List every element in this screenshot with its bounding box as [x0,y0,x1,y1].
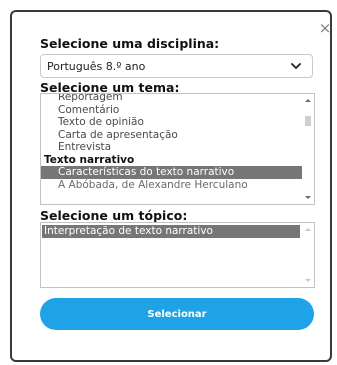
scroll-down-arrow-icon[interactable] [305,279,311,282]
scroll-up-arrow-icon[interactable] [305,99,311,102]
scroll-up-arrow-icon[interactable] [305,228,311,231]
topic-listbox[interactable]: Interpretação de texto narrativo [40,222,315,288]
theme-listbox[interactable]: Reportagem Comentário Texto de opinião C… [40,93,315,205]
theme-option-comentario[interactable]: Comentário [41,104,302,117]
topic-heading: Selecione um tópico: [40,208,188,223]
theme-option-caracteristicas-do-texto-narrativo[interactable]: Características do texto narrativo [41,166,302,179]
topic-scrollbar[interactable] [302,223,314,287]
theme-option-reportagem[interactable]: Reportagem [41,94,302,104]
theme-options: Reportagem Comentário Texto de opinião C… [41,94,302,192]
topic-option-interpretacao[interactable]: Interpretação de texto narrativo [42,225,300,238]
theme-scrollbar[interactable] [302,94,314,204]
discipline-heading: Selecione uma disciplina: [40,36,220,51]
close-icon[interactable]: × [318,20,332,36]
scrollbar-thumb[interactable] [305,116,311,126]
theme-option-entrevista[interactable]: Entrevista [41,141,302,154]
scroll-down-arrow-icon[interactable] [305,196,311,199]
discipline-selected-value: Português 8.º ano [47,59,146,73]
theme-option-a-abobada[interactable]: A Abóbada, de Alexandre Herculano [41,179,302,192]
select-button[interactable]: Selecionar [40,298,314,330]
theme-group-texto-narrativo: Texto narrativo [44,153,135,166]
chevron-down-icon [291,63,301,69]
theme-option-texto-de-opiniao[interactable]: Texto de opinião [41,116,302,129]
discipline-select[interactable]: Português 8.º ano [40,54,313,78]
theme-option-carta-de-apresentacao[interactable]: Carta de apresentação [41,129,302,142]
